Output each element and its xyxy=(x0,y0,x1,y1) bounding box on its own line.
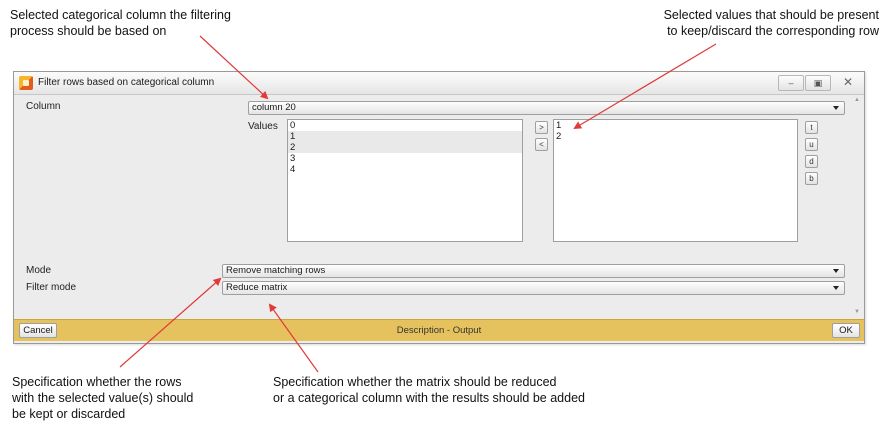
filter-mode-dropdown-value: Reduce matrix xyxy=(226,282,288,293)
chevron-down-icon xyxy=(833,269,839,273)
description-output-label[interactable]: Description - Output xyxy=(14,320,864,341)
mode-label: Mode xyxy=(26,265,52,276)
close-button[interactable]: ✕ xyxy=(836,75,860,89)
mode-dropdown-value: Remove matching rows xyxy=(226,265,326,276)
mode-dropdown[interactable]: Remove matching rows xyxy=(222,264,845,278)
filter-dialog: Filter rows based on categorical column … xyxy=(13,71,865,344)
window-title: Filter rows based on categorical column xyxy=(38,77,215,88)
footer-bar: Description - Output Cancel OK xyxy=(14,319,864,341)
callout-mode: Specification whether the rows with the … xyxy=(12,375,194,421)
callout-column: Selected categorical column the filterin… xyxy=(10,8,231,38)
filter-mode-dropdown[interactable]: Reduce matrix xyxy=(222,281,845,295)
callout-filter-mode: Specification whether the matrix should … xyxy=(273,375,585,405)
column-label: Column xyxy=(26,101,61,112)
minimize-button[interactable]: – xyxy=(778,75,804,91)
maximize-button[interactable]: ▣ xyxy=(805,75,831,91)
dialog-content: Column column 20 Values 01234 > < 12 t u… xyxy=(14,95,864,317)
column-dropdown[interactable]: column 20 xyxy=(248,101,845,115)
available-item[interactable]: 1 xyxy=(288,131,522,142)
cancel-button[interactable]: Cancel xyxy=(19,323,57,338)
add-value-button[interactable]: > xyxy=(535,121,548,134)
callout-selected-values: Selected values that should be present t… xyxy=(663,8,879,38)
scroll-up-icon[interactable]: ▲ xyxy=(854,97,860,103)
selected-item[interactable]: 2 xyxy=(554,131,797,142)
available-item[interactable]: 0 xyxy=(288,120,522,131)
move-top-button[interactable]: t xyxy=(805,121,818,134)
available-item[interactable]: 4 xyxy=(288,164,522,175)
column-dropdown-value: column 20 xyxy=(252,102,296,113)
move-bottom-button[interactable]: b xyxy=(805,172,818,185)
filter-mode-label: Filter mode xyxy=(26,282,77,293)
ok-button[interactable]: OK xyxy=(832,323,860,338)
app-icon xyxy=(19,76,33,90)
selected-item[interactable]: 1 xyxy=(554,120,797,131)
scroll-down-icon[interactable]: ▼ xyxy=(854,309,860,315)
available-item[interactable]: 3 xyxy=(288,153,522,164)
title-bar[interactable]: Filter rows based on categorical column … xyxy=(14,72,864,95)
chevron-down-icon xyxy=(833,286,839,290)
remove-value-button[interactable]: < xyxy=(535,138,548,151)
values-label: Values xyxy=(248,121,278,132)
chevron-down-icon xyxy=(833,106,839,110)
move-down-button[interactable]: d xyxy=(805,155,818,168)
selected-values-list[interactable]: 12 xyxy=(553,119,798,242)
move-up-button[interactable]: u xyxy=(805,138,818,151)
available-item[interactable]: 2 xyxy=(288,142,522,153)
available-values-list[interactable]: 01234 xyxy=(287,119,523,242)
